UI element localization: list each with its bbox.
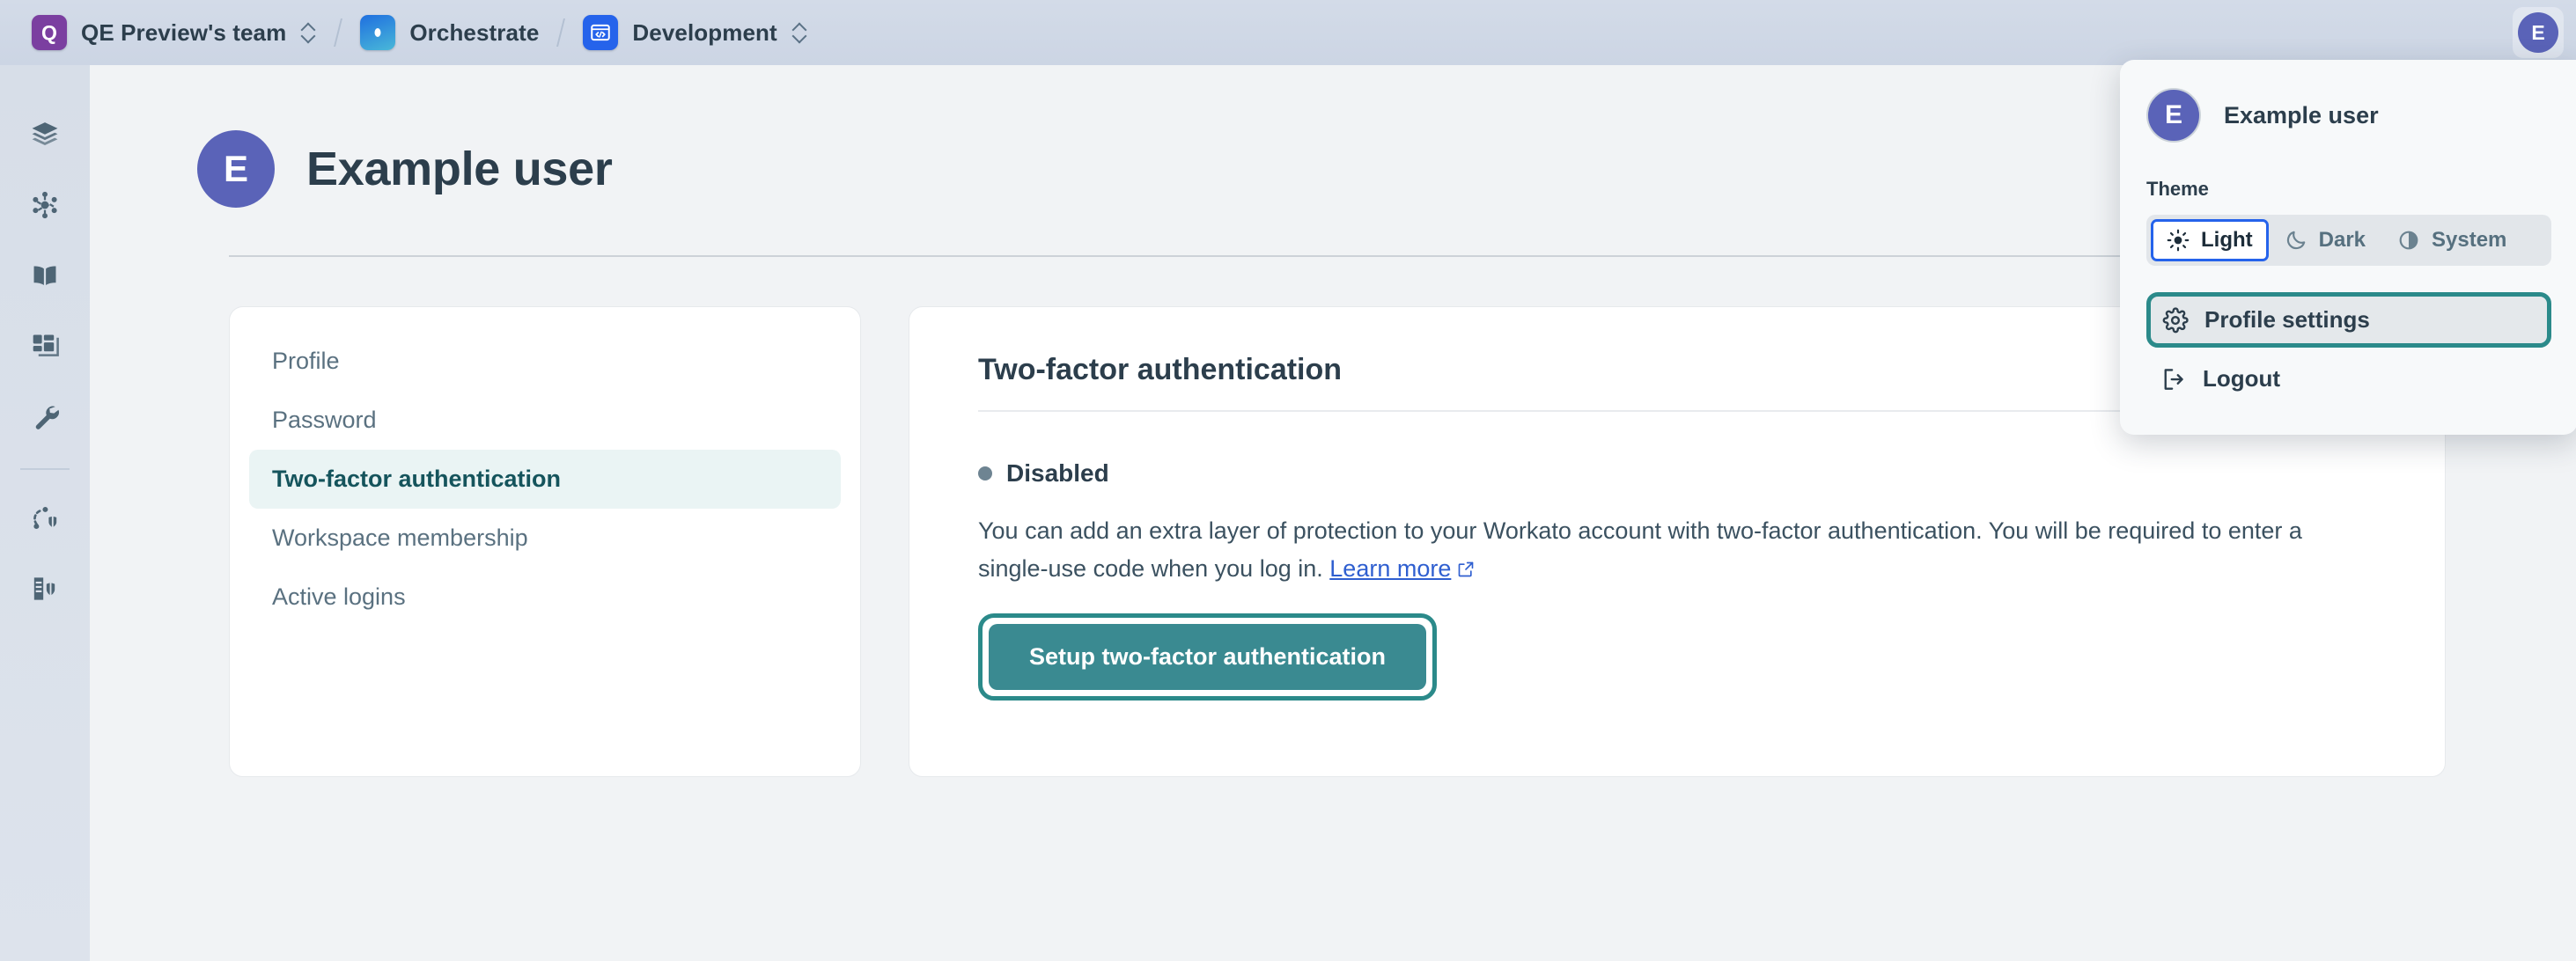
sidebar-item-workspace-membership[interactable]: Workspace membership <box>249 509 841 568</box>
half-circle-icon <box>2397 229 2420 252</box>
settings-nav-card: Profile Password Two-factor authenticati… <box>229 306 861 777</box>
theme-option-dark-label: Dark <box>2319 228 2366 253</box>
environment-badge-icon <box>583 15 618 50</box>
setup-two-factor-button[interactable]: Setup two-factor authentication <box>989 624 1426 690</box>
theme-option-dark[interactable]: Dark <box>2269 219 2381 261</box>
gear-icon <box>2162 307 2189 334</box>
team-badge-icon: Q <box>32 15 67 50</box>
sidebar-item-team-security[interactable] <box>18 491 72 546</box>
profile-dropdown: E Example user Theme Light D <box>2120 60 2576 435</box>
sidebar-item-tools[interactable] <box>18 389 72 444</box>
moon-icon <box>2285 229 2307 252</box>
chevron-updown-icon-2[interactable] <box>793 21 807 44</box>
theme-option-system[interactable]: System <box>2381 219 2522 261</box>
platform-security-icon <box>30 574 60 604</box>
team-security-icon <box>30 503 60 533</box>
theme-option-light[interactable]: Light <box>2151 219 2269 261</box>
sidebar-item-projects[interactable] <box>18 107 72 162</box>
sidebar-item-platform-security[interactable] <box>18 561 72 616</box>
external-link-icon <box>1457 561 1475 578</box>
page-title: Example user <box>306 142 613 196</box>
sidebar-item-password[interactable]: Password <box>249 391 841 450</box>
theme-option-light-label: Light <box>2201 228 2253 253</box>
setup-two-factor-highlight: Setup two-factor authentication <box>978 613 1437 701</box>
breadcrumb-project[interactable]: Orchestrate <box>351 11 548 55</box>
profile-avatar-button[interactable]: E <box>2513 7 2564 58</box>
connections-icon <box>30 190 60 220</box>
sidebar-item-connections[interactable] <box>18 178 72 232</box>
sidebar-item-profile[interactable]: Profile <box>249 332 841 391</box>
rail-divider <box>20 468 70 470</box>
project-badge-icon <box>360 15 395 50</box>
status-dot-icon <box>978 466 992 480</box>
status-badge: Disabled <box>978 459 2376 488</box>
profile-settings-menu-item[interactable]: Profile settings <box>2146 292 2551 348</box>
sun-icon <box>2167 229 2190 252</box>
dashboard-icon <box>30 331 60 361</box>
layers-icon <box>30 120 60 150</box>
theme-option-system-label: System <box>2432 228 2506 253</box>
sidebar-item-active-logins[interactable]: Active logins <box>249 568 841 627</box>
theme-section-label: Theme <box>2146 178 2551 201</box>
learn-more-link[interactable]: Learn more <box>1329 555 1451 582</box>
status-label: Disabled <box>1006 459 1109 488</box>
breadcrumb-environment-label: Development <box>632 19 776 47</box>
breadcrumb-environment[interactable]: Development <box>574 11 815 55</box>
page-avatar: E <box>197 130 275 208</box>
sidebar-item-dashboard[interactable] <box>18 319 72 373</box>
dropdown-user-row: E Example user <box>2146 88 2551 143</box>
breadcrumb-separator <box>334 18 342 47</box>
description-text: You can add an extra layer of protection… <box>978 517 2302 582</box>
breadcrumb-separator-2 <box>556 18 565 47</box>
logout-menu-item[interactable]: Logout <box>2146 353 2551 405</box>
recipes-icon <box>30 260 60 290</box>
left-nav-rail <box>0 65 90 961</box>
breadcrumb-team[interactable]: Q QE Preview's team <box>23 11 325 55</box>
logout-icon <box>2160 366 2187 392</box>
panel-description: You can add an extra layer of protection… <box>978 512 2376 587</box>
logout-label: Logout <box>2203 365 2280 392</box>
sidebar-item-recipes[interactable] <box>18 248 72 303</box>
dropdown-user-name: Example user <box>2224 102 2379 129</box>
avatar: E <box>2518 12 2558 53</box>
dropdown-avatar: E <box>2146 88 2201 143</box>
top-bar: Q QE Preview's team Orchestrate Developm… <box>0 0 2576 65</box>
theme-toggle-group: Light Dark System <box>2146 215 2551 266</box>
chevron-updown-icon[interactable] <box>302 21 316 44</box>
breadcrumb-team-label: QE Preview's team <box>81 19 286 47</box>
tools-icon <box>30 401 60 431</box>
breadcrumb-project-label: Orchestrate <box>409 19 539 47</box>
sidebar-item-two-factor-authentication[interactable]: Two-factor authentication <box>249 450 841 509</box>
profile-settings-label: Profile settings <box>2204 306 2370 334</box>
